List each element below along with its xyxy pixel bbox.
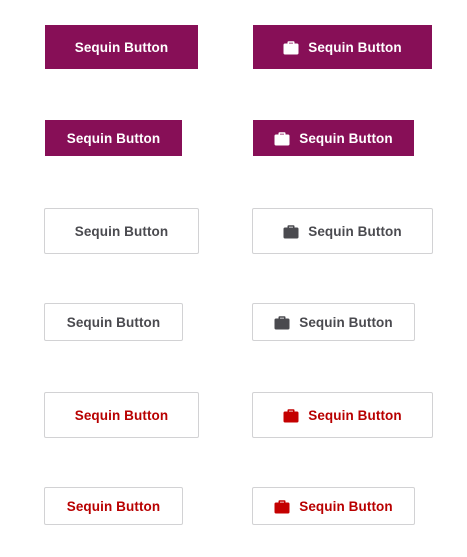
briefcase-icon	[274, 131, 290, 146]
button-label: Sequin Button	[66, 130, 161, 146]
briefcase-icon	[283, 40, 299, 55]
secondary-button-small[interactable]: Sequin Button	[44, 303, 183, 341]
button-label: Sequin Button	[74, 39, 169, 55]
button-label: Sequin Button	[308, 39, 402, 55]
primary-button-large[interactable]: Sequin Button	[45, 25, 198, 69]
briefcase-icon	[283, 224, 299, 239]
button-label: Sequin Button	[74, 223, 169, 239]
secondary-icon-button-small[interactable]: Sequin Button	[252, 303, 415, 341]
button-label: Sequin Button	[66, 314, 161, 330]
button-label: Sequin Button	[74, 407, 169, 423]
button-label: Sequin Button	[308, 407, 402, 423]
briefcase-icon	[274, 315, 290, 330]
danger-icon-button-small[interactable]: Sequin Button	[252, 487, 415, 525]
danger-button-small[interactable]: Sequin Button	[44, 487, 183, 525]
button-label: Sequin Button	[299, 314, 393, 330]
button-label: Sequin Button	[308, 223, 402, 239]
primary-icon-button-large[interactable]: Sequin Button	[253, 25, 432, 69]
danger-button-large[interactable]: Sequin Button	[44, 392, 199, 438]
button-label: Sequin Button	[299, 130, 393, 146]
button-label: Sequin Button	[66, 498, 161, 514]
button-label: Sequin Button	[299, 498, 393, 514]
primary-button-small[interactable]: Sequin Button	[45, 120, 182, 156]
danger-icon-button-large[interactable]: Sequin Button	[252, 392, 433, 438]
briefcase-icon	[274, 499, 290, 514]
primary-icon-button-small[interactable]: Sequin Button	[253, 120, 414, 156]
secondary-icon-button-large[interactable]: Sequin Button	[252, 208, 433, 254]
briefcase-icon	[283, 408, 299, 423]
secondary-button-large[interactable]: Sequin Button	[44, 208, 199, 254]
